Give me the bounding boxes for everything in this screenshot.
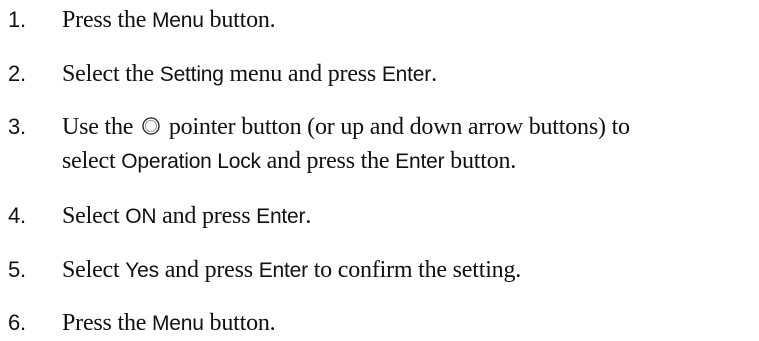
step-text-part: button. <box>444 148 517 174</box>
step-text-part: select <box>62 148 122 174</box>
step-number: 2. <box>8 61 26 86</box>
step-text-part: and press the <box>260 148 396 174</box>
step-text-part: Select <box>62 257 126 283</box>
step-text-part: Press the <box>62 7 152 33</box>
step-text-part: . <box>431 61 437 87</box>
step-text-part: and press <box>156 203 257 229</box>
step-number: 5. <box>8 257 26 282</box>
step-number: 3. <box>8 114 26 139</box>
step-number: 1. <box>8 7 26 32</box>
step-text-part: pointer button (or up and down arrow but… <box>163 114 630 140</box>
ui-term-enter: Enter <box>258 259 308 282</box>
step-number: 6. <box>8 310 26 335</box>
step-text-part: Use the <box>62 114 140 140</box>
ui-term-enter: Enter <box>381 63 432 86</box>
step-text: Select ON and press Enter. <box>62 199 759 234</box>
step-text-part: button. <box>203 310 276 336</box>
step-text: Press the Menu button. <box>62 306 759 341</box>
step-text-part: and press <box>158 257 259 283</box>
step-text-part: to confirm the setting. <box>307 257 522 283</box>
ui-term-enter: Enter <box>256 205 306 228</box>
step-text-part: Select the <box>62 61 160 87</box>
ui-term-operation-lock: Operation Lock <box>121 150 261 173</box>
step-text-part: Press the <box>62 310 152 336</box>
pointer-circle-icon <box>141 112 161 135</box>
step-text: Use the pointer button (or up and down a… <box>62 110 759 179</box>
ui-term-setting: Setting <box>159 63 224 86</box>
ui-term-yes: Yes <box>125 259 159 282</box>
step-text-part: button. <box>203 7 276 33</box>
ui-term-menu: Menu <box>152 9 204 32</box>
step-text: Select the Setting menu and press Enter. <box>62 57 759 92</box>
step-line-1: Use the pointer button (or up and down a… <box>62 110 759 144</box>
step-number: 4. <box>8 203 26 228</box>
step-text: Press the Menu button. <box>62 3 759 38</box>
step-text-part: menu and press <box>223 61 382 87</box>
ui-term-menu: Menu <box>152 312 204 335</box>
ui-term-on: ON <box>125 205 157 228</box>
step-text-part: Select <box>62 203 126 229</box>
step-line-2: select Operation Lock and press the Ente… <box>62 144 759 179</box>
step-text: Select Yes and press Enter to confirm th… <box>62 253 759 288</box>
step-text-part: . <box>305 203 312 229</box>
ui-term-enter: Enter <box>395 150 445 173</box>
